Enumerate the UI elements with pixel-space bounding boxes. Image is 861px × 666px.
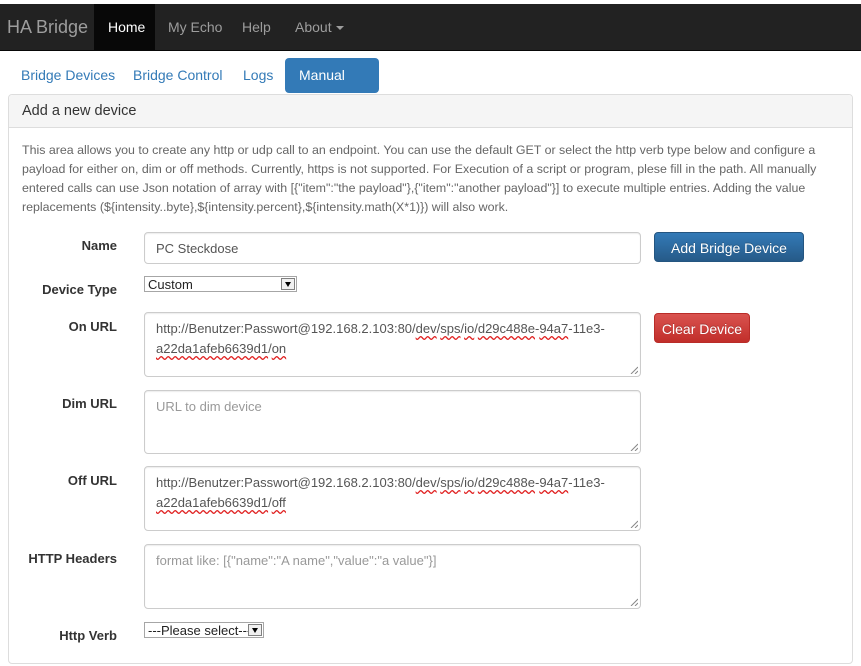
- off-url-textarea[interactable]: http://Benutzer:Passwort@192.168.2.103:8…: [144, 466, 641, 531]
- tab-bridge-control[interactable]: Bridge Control: [119, 58, 237, 92]
- add-bridge-device-button[interactable]: Add Bridge Device: [654, 232, 804, 262]
- http-headers-textarea[interactable]: format like: [{"name":"A name","value":"…: [144, 544, 641, 609]
- panel-heading: Add a new device: [9, 95, 852, 128]
- dim-url-textarea[interactable]: URL to dim device: [144, 390, 641, 454]
- text-segment: 94a7: [539, 321, 569, 336]
- text-segment: a22da1afeb6639d1: [156, 341, 269, 356]
- text-segment: -11e3-: [568, 475, 605, 490]
- nav-my-echo[interactable]: My Echo: [154, 4, 236, 50]
- device-type-label: Device Type: [42, 282, 117, 297]
- text-segment: off: [271, 495, 286, 510]
- nav-about-label: About: [295, 19, 332, 35]
- top-navbar: HA Bridge Home My Echo Help About: [0, 4, 861, 51]
- caret-down-icon: [335, 26, 344, 31]
- off-url-line2: a22da1afeb6639d1/off: [156, 493, 629, 513]
- clear-device-button[interactable]: Clear Device: [654, 313, 750, 343]
- nav-about-dropdown[interactable]: About: [281, 4, 358, 50]
- panel-title: Add a new device: [22, 103, 137, 119]
- chevron-down-icon: [248, 624, 262, 636]
- nav-home[interactable]: Home: [94, 4, 155, 50]
- text-segment: a22da1afeb6639d1: [156, 495, 269, 510]
- resize-handle-icon[interactable]: [630, 366, 638, 374]
- text-segment: on: [271, 341, 287, 356]
- http-verb-label: Http Verb: [59, 628, 117, 643]
- http-headers-label: HTTP Headers: [28, 551, 117, 566]
- text-segment: dev: [415, 475, 437, 490]
- name-input[interactable]: PC Steckdose: [144, 232, 641, 264]
- text-segment: 94a7: [539, 475, 569, 490]
- http-verb-select[interactable]: ---Please select---: [144, 622, 264, 638]
- device-type-select[interactable]: Custom: [144, 276, 297, 292]
- resize-handle-icon[interactable]: [630, 443, 638, 451]
- tab-logs[interactable]: Logs: [229, 58, 287, 92]
- chevron-down-icon: [281, 278, 295, 290]
- brand-logo[interactable]: HA Bridge: [7, 4, 88, 50]
- tab-manual-add[interactable]: Manual Add: [285, 58, 379, 117]
- on-url-line1: http://Benutzer:Passwort@192.168.2.103:8…: [156, 319, 629, 339]
- off-url-line1: http://Benutzer:Passwort@192.168.2.103:8…: [156, 473, 629, 493]
- on-url-line2: a22da1afeb6639d1/on: [156, 339, 629, 359]
- text-segment: dev: [415, 321, 437, 336]
- nav-help[interactable]: Help: [228, 4, 285, 50]
- text-segment: sps: [440, 321, 461, 336]
- http-headers-placeholder: format like: [{"name":"A name","value":"…: [156, 553, 437, 568]
- text-segment: d29c488e: [477, 475, 535, 490]
- resize-handle-icon[interactable]: [630, 598, 638, 606]
- text-segment: io: [464, 475, 475, 490]
- name-input-value: PC Steckdose: [156, 241, 239, 256]
- dim-url-placeholder: URL to dim device: [156, 399, 262, 414]
- name-label: Name: [81, 238, 117, 253]
- on-url-label: On URL: [68, 319, 117, 334]
- dim-url-label: Dim URL: [62, 396, 117, 411]
- text-segment: http://Benutzer:Passwort@192.168.2.103:8…: [156, 321, 416, 336]
- off-url-label: Off URL: [67, 473, 117, 488]
- http-verb-value: ---Please select---: [148, 623, 252, 638]
- text-segment: -11e3-: [568, 321, 605, 336]
- resize-handle-icon[interactable]: [630, 520, 638, 528]
- device-type-value: Custom: [148, 277, 193, 292]
- on-url-textarea[interactable]: http://Benutzer:Passwort@192.168.2.103:8…: [144, 312, 641, 377]
- text-segment: http://Benutzer:Passwort@192.168.2.103:8…: [156, 475, 416, 490]
- text-segment: sps: [440, 475, 461, 490]
- panel-description: This area allows you to create any http …: [22, 143, 817, 214]
- text-segment: d29c488e: [477, 321, 535, 336]
- tab-bridge-devices[interactable]: Bridge Devices: [7, 58, 129, 92]
- text-segment: io: [464, 321, 475, 336]
